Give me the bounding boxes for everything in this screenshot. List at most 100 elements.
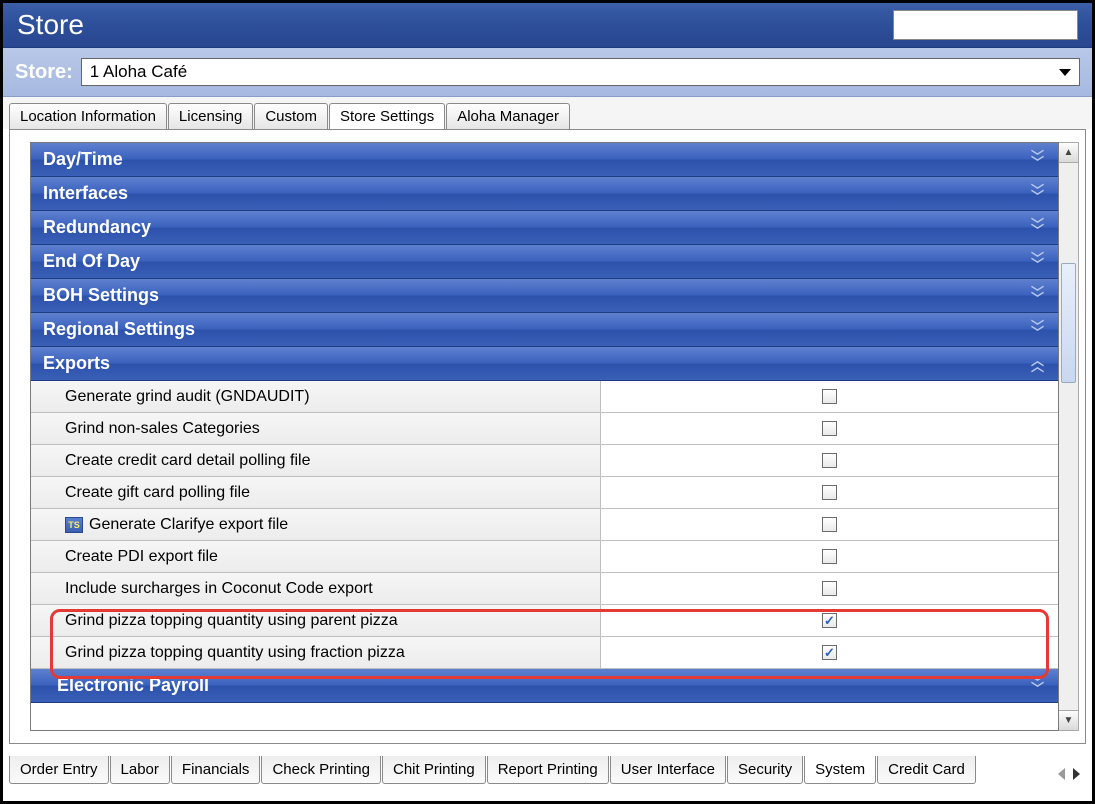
bottom-tab-user-interface[interactable]: User Interface <box>610 756 726 784</box>
setting-row: Grind pizza topping quantity using fract… <box>31 637 1058 669</box>
setting-row: Create gift card polling file <box>31 477 1058 509</box>
store-selected-value: 1 Aloha Café <box>90 62 187 82</box>
chevron-down-icon: ﹀﹀ <box>1031 256 1046 268</box>
top-tab-licensing[interactable]: Licensing <box>168 103 253 129</box>
setting-label: Grind pizza topping quantity using paren… <box>31 605 601 636</box>
tab-scroll-right-icon[interactable] <box>1073 768 1080 780</box>
setting-row: Grind pizza topping quantity using paren… <box>31 605 1058 637</box>
bottom-tab-report-printing[interactable]: Report Printing <box>487 756 609 784</box>
setting-label: Create credit card detail polling file <box>31 445 601 476</box>
setting-label-text: Create gift card polling file <box>65 484 250 502</box>
setting-control <box>601 573 1058 604</box>
top-tab-aloha-manager[interactable]: Aloha Manager <box>446 103 570 129</box>
section-title: Day/Time <box>43 149 123 170</box>
checkbox[interactable] <box>822 389 837 404</box>
bottom-tab-nav <box>1052 764 1086 784</box>
checkbox[interactable] <box>822 485 837 500</box>
chevron-down-icon: ﹀﹀ <box>1031 188 1046 200</box>
ts-icon: TS <box>65 517 83 533</box>
setting-label-text: Create credit card detail polling file <box>65 452 310 470</box>
chevron-down-icon: ﹀﹀ <box>1031 324 1046 336</box>
scroll-up-button[interactable]: ▲ <box>1059 143 1078 163</box>
setting-row: Create PDI export file <box>31 541 1058 573</box>
setting-control <box>601 605 1058 636</box>
bottom-tab-strip: Order EntryLaborFinancialsCheck Printing… <box>3 750 1092 784</box>
chevron-down-icon: ﹀﹀ <box>1031 290 1046 302</box>
bottom-tab-system[interactable]: System <box>804 756 876 784</box>
setting-label-text: Generate grind audit (GNDAUDIT) <box>65 388 310 406</box>
section-header-regional-settings[interactable]: Regional Settings ﹀﹀ <box>31 313 1058 347</box>
title-bar: Store <box>3 3 1092 48</box>
setting-label-text: Include surcharges in Coconut Code expor… <box>65 580 373 598</box>
chevron-down-icon <box>1059 69 1071 76</box>
bottom-tab-labor[interactable]: Labor <box>110 756 170 784</box>
checkbox[interactable] <box>822 517 837 532</box>
setting-control <box>601 445 1058 476</box>
setting-control <box>601 541 1058 572</box>
section-header-interfaces[interactable]: Interfaces ﹀﹀ <box>31 177 1058 211</box>
checkbox[interactable] <box>822 645 837 660</box>
setting-label: Grind non-sales Categories <box>31 413 601 444</box>
setting-control <box>601 381 1058 412</box>
bottom-tab-check-printing[interactable]: Check Printing <box>261 756 381 784</box>
setting-control <box>601 637 1058 668</box>
section-header-end-of-day[interactable]: End Of Day ﹀﹀ <box>31 245 1058 279</box>
top-tab-location-information[interactable]: Location Information <box>9 103 167 129</box>
setting-label-text: Grind pizza topping quantity using paren… <box>65 612 398 630</box>
setting-control <box>601 509 1058 540</box>
setting-label-text: Grind non-sales Categories <box>65 420 260 438</box>
scroll-thumb[interactable] <box>1061 263 1076 383</box>
section-header-day-time[interactable]: Day/Time ﹀﹀ <box>31 143 1058 177</box>
setting-label: Include surcharges in Coconut Code expor… <box>31 573 601 604</box>
vertical-scrollbar[interactable]: ▲ ▼ <box>1059 142 1079 731</box>
section-title: Regional Settings <box>43 319 195 340</box>
section-title: Interfaces <box>43 183 128 204</box>
setting-label: Create gift card polling file <box>31 477 601 508</box>
chevron-up-icon: ︿︿ <box>1031 358 1046 370</box>
setting-label-text: Grind pizza topping quantity using fract… <box>65 644 405 662</box>
bottom-tab-security[interactable]: Security <box>727 756 803 784</box>
scroll-down-button[interactable]: ▼ <box>1059 710 1078 730</box>
top-tab-custom[interactable]: Custom <box>254 103 328 129</box>
chevron-down-icon: ﹀﹀ <box>1031 680 1046 692</box>
settings-accordion: Day/Time﹀﹀Interfaces﹀﹀Redundancy﹀﹀End Of… <box>30 142 1059 731</box>
chevron-down-icon: ﹀﹀ <box>1031 154 1046 166</box>
setting-control <box>601 477 1058 508</box>
section-title: Electronic Payroll <box>57 675 209 696</box>
section-title: Redundancy <box>43 217 151 238</box>
tab-content-area: Day/Time﹀﹀Interfaces﹀﹀Redundancy﹀﹀End Of… <box>9 129 1086 744</box>
bottom-tab-financials[interactable]: Financials <box>171 756 261 784</box>
setting-label: Generate grind audit (GNDAUDIT) <box>31 381 601 412</box>
chevron-down-icon: ﹀﹀ <box>1031 222 1046 234</box>
section-title: End Of Day <box>43 251 140 272</box>
store-label: Store: <box>15 61 73 84</box>
section-title: BOH Settings <box>43 285 159 306</box>
section-header-boh-settings[interactable]: BOH Settings ﹀﹀ <box>31 279 1058 313</box>
checkbox[interactable] <box>822 581 837 596</box>
checkbox[interactable] <box>822 421 837 436</box>
setting-row: Grind non-sales Categories <box>31 413 1058 445</box>
top-tab-store-settings[interactable]: Store Settings <box>329 103 445 129</box>
checkbox[interactable] <box>822 613 837 628</box>
setting-row: Generate grind audit (GNDAUDIT) <box>31 381 1058 413</box>
store-dropdown[interactable]: 1 Aloha Café <box>81 58 1080 86</box>
title-search-input[interactable] <box>893 10 1078 40</box>
checkbox[interactable] <box>822 453 837 468</box>
setting-label-text: Create PDI export file <box>65 548 218 566</box>
bottom-tab-order-entry[interactable]: Order Entry <box>9 756 109 784</box>
setting-row: Include surcharges in Coconut Code expor… <box>31 573 1058 605</box>
bottom-tab-chit-printing[interactable]: Chit Printing <box>382 756 486 784</box>
setting-row: Create credit card detail polling file <box>31 445 1058 477</box>
tab-scroll-left-icon[interactable] <box>1058 768 1065 780</box>
setting-label-text: Generate Clarifye export file <box>89 516 288 534</box>
section-header-exports[interactable]: Exports ︿︿ <box>31 347 1058 381</box>
top-tab-strip: Location InformationLicensingCustomStore… <box>3 97 1092 129</box>
setting-row: TS Generate Clarifye export file <box>31 509 1058 541</box>
section-header-redundancy[interactable]: Redundancy ﹀﹀ <box>31 211 1058 245</box>
section-title: Exports <box>43 353 110 374</box>
bottom-tab-credit-card[interactable]: Credit Card <box>877 756 976 784</box>
section-header-electronic-payroll[interactable]: Electronic Payroll ﹀﹀ <box>31 669 1058 703</box>
setting-label: TS Generate Clarifye export file <box>31 509 601 540</box>
checkbox[interactable] <box>822 549 837 564</box>
setting-label: Grind pizza topping quantity using fract… <box>31 637 601 668</box>
